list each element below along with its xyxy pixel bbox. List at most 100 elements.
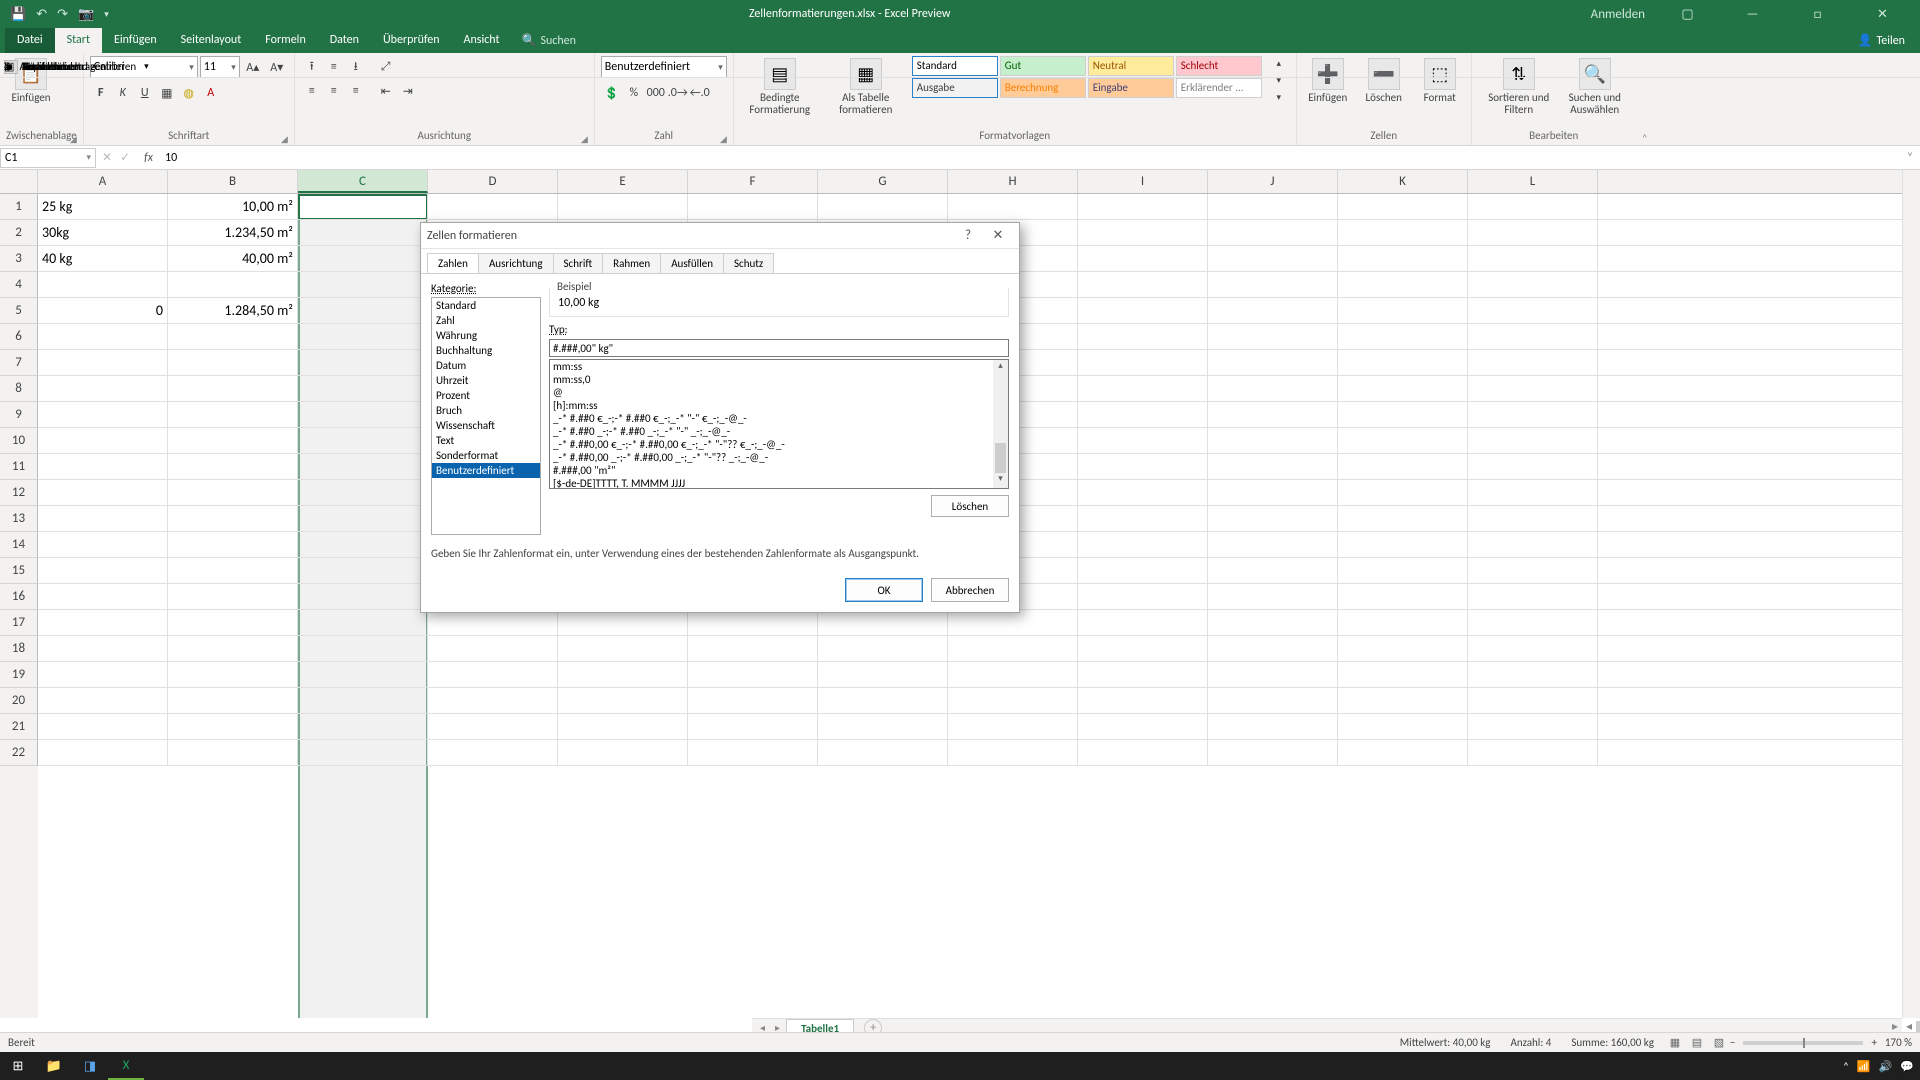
cell-C22[interactable] <box>298 740 428 766</box>
cell-K9[interactable] <box>1338 402 1468 428</box>
cell-J18[interactable] <box>1208 636 1338 662</box>
format-item[interactable]: _-* #.##0,00 _-;-* #.##0,00 _-;_-* "-"??… <box>550 451 993 464</box>
formula-input[interactable] <box>161 148 1900 168</box>
cell-I18[interactable] <box>1078 636 1208 662</box>
col-header-G[interactable]: G <box>818 170 948 193</box>
row-header-18[interactable]: 18 <box>0 636 38 662</box>
cell-I16[interactable] <box>1078 584 1208 610</box>
cell-L12[interactable] <box>1468 480 1598 506</box>
cell-J21[interactable] <box>1208 714 1338 740</box>
row-header-2[interactable]: 2 <box>0 220 38 246</box>
cell-I20[interactable] <box>1078 688 1208 714</box>
tab-file[interactable]: Datei <box>5 28 55 53</box>
cell-E19[interactable] <box>558 662 688 688</box>
start-button[interactable]: ⊞ <box>0 1052 36 1080</box>
cell-L21[interactable] <box>1468 714 1598 740</box>
category-item-bruch[interactable]: Bruch <box>432 403 540 418</box>
cell-I21[interactable] <box>1078 714 1208 740</box>
category-item-datum[interactable]: Datum <box>432 358 540 373</box>
cell-K21[interactable] <box>1338 714 1468 740</box>
number-launcher-icon[interactable]: ◢ <box>720 134 727 145</box>
cell-E20[interactable] <box>558 688 688 714</box>
font-launcher-icon[interactable]: ◢ <box>281 134 288 145</box>
decrease-decimal-icon[interactable]: ←.0 <box>689 82 711 104</box>
cell-C21[interactable] <box>298 714 428 740</box>
cell-A19[interactable] <box>38 662 168 688</box>
cell-J9[interactable] <box>1208 402 1338 428</box>
col-header-B[interactable]: B <box>168 170 298 193</box>
format-scroll-up-icon[interactable]: ▴ <box>993 360 1008 375</box>
cell-B18[interactable] <box>168 636 298 662</box>
system-tray[interactable]: ˄ 📶 🔊 💬 <box>1843 1060 1920 1073</box>
cell-B17[interactable] <box>168 610 298 636</box>
cell-B8[interactable] <box>168 376 298 402</box>
col-header-C[interactable]: C <box>298 170 428 193</box>
dialog-titlebar[interactable]: Zellen formatieren ? ✕ <box>421 223 1019 249</box>
tab-insert[interactable]: Einfügen <box>102 28 169 53</box>
cell-I8[interactable] <box>1078 376 1208 402</box>
cell-K19[interactable] <box>1338 662 1468 688</box>
cell-B3[interactable]: 40,00 m² <box>168 246 298 272</box>
cell-J13[interactable] <box>1208 506 1338 532</box>
cell-L11[interactable] <box>1468 454 1598 480</box>
cell-I5[interactable] <box>1078 298 1208 324</box>
clear-button[interactable]: ◇ Löschen <box>0 56 1920 78</box>
cell-D21[interactable] <box>428 714 558 740</box>
cell-A16[interactable] <box>38 584 168 610</box>
cell-L2[interactable] <box>1468 220 1598 246</box>
cell-style-erkl-render-[interactable]: Erklärender ... <box>1176 78 1262 98</box>
cell-A11[interactable] <box>38 454 168 480</box>
cell-B14[interactable] <box>168 532 298 558</box>
align-center-icon[interactable]: ≡ <box>323 80 345 102</box>
tab-pagelayout[interactable]: Seitenlayout <box>169 28 254 53</box>
cell-C17[interactable] <box>298 610 428 636</box>
cell-B16[interactable] <box>168 584 298 610</box>
cell-B2[interactable]: 1.234,50 m² <box>168 220 298 246</box>
cell-G17[interactable] <box>818 610 948 636</box>
cell-J22[interactable] <box>1208 740 1338 766</box>
font-color-button[interactable]: A <box>200 82 222 104</box>
name-box[interactable]: C1▾ <box>0 148 96 168</box>
cell-K6[interactable] <box>1338 324 1468 350</box>
cell-J1[interactable] <box>1208 194 1338 220</box>
dialog-tab-rahmen[interactable]: Rahmen <box>602 253 661 273</box>
cell-I6[interactable] <box>1078 324 1208 350</box>
cell-I4[interactable] <box>1078 272 1208 298</box>
styles-more-icon[interactable]: ▾ <box>1268 90 1290 105</box>
cell-C9[interactable] <box>298 402 428 428</box>
cell-B12[interactable] <box>168 480 298 506</box>
close-icon[interactable]: ✕ <box>1860 7 1905 22</box>
cell-J7[interactable] <box>1208 350 1338 376</box>
zoom-level[interactable]: 170 % <box>1885 1036 1912 1049</box>
dialog-help-icon[interactable]: ? <box>953 228 983 243</box>
cell-A1[interactable]: 25 kg <box>38 194 168 220</box>
category-item-währung[interactable]: Währung <box>432 328 540 343</box>
cell-L10[interactable] <box>1468 428 1598 454</box>
cell-A18[interactable] <box>38 636 168 662</box>
cell-E1[interactable] <box>558 194 688 220</box>
cell-I10[interactable] <box>1078 428 1208 454</box>
cell-A7[interactable] <box>38 350 168 376</box>
format-item[interactable]: [$-de-DE]TTTT, T. MMMM JJJJ <box>550 477 993 489</box>
format-item[interactable]: _-* #.##0,00 €_-;-* #.##0,00 €_-;_-* "-"… <box>550 438 993 451</box>
category-item-sonderformat[interactable]: Sonderformat <box>432 448 540 463</box>
align-launcher-icon[interactable]: ◢ <box>581 134 588 145</box>
share-button[interactable]: 👤 Teilen <box>1858 33 1920 48</box>
cell-C3[interactable] <box>298 246 428 272</box>
cell-C10[interactable] <box>298 428 428 454</box>
cell-L1[interactable] <box>1468 194 1598 220</box>
ribbon-display-icon[interactable]: ▢ <box>1665 7 1710 22</box>
redo-icon[interactable]: ↷ <box>57 7 68 22</box>
cell-style-eingabe[interactable]: Eingabe <box>1088 78 1174 98</box>
screenshot-icon[interactable]: 📷 <box>78 7 94 22</box>
cell-K10[interactable] <box>1338 428 1468 454</box>
cell-D1[interactable] <box>428 194 558 220</box>
cell-A22[interactable] <box>38 740 168 766</box>
cell-G21[interactable] <box>818 714 948 740</box>
cell-L8[interactable] <box>1468 376 1598 402</box>
cell-B10[interactable] <box>168 428 298 454</box>
increase-indent-icon[interactable]: ⇥ <box>397 80 419 102</box>
taskbar-explorer-icon[interactable]: 📁 <box>36 1052 72 1080</box>
col-header-E[interactable]: E <box>558 170 688 193</box>
dialog-tab-schutz[interactable]: Schutz <box>723 253 774 273</box>
